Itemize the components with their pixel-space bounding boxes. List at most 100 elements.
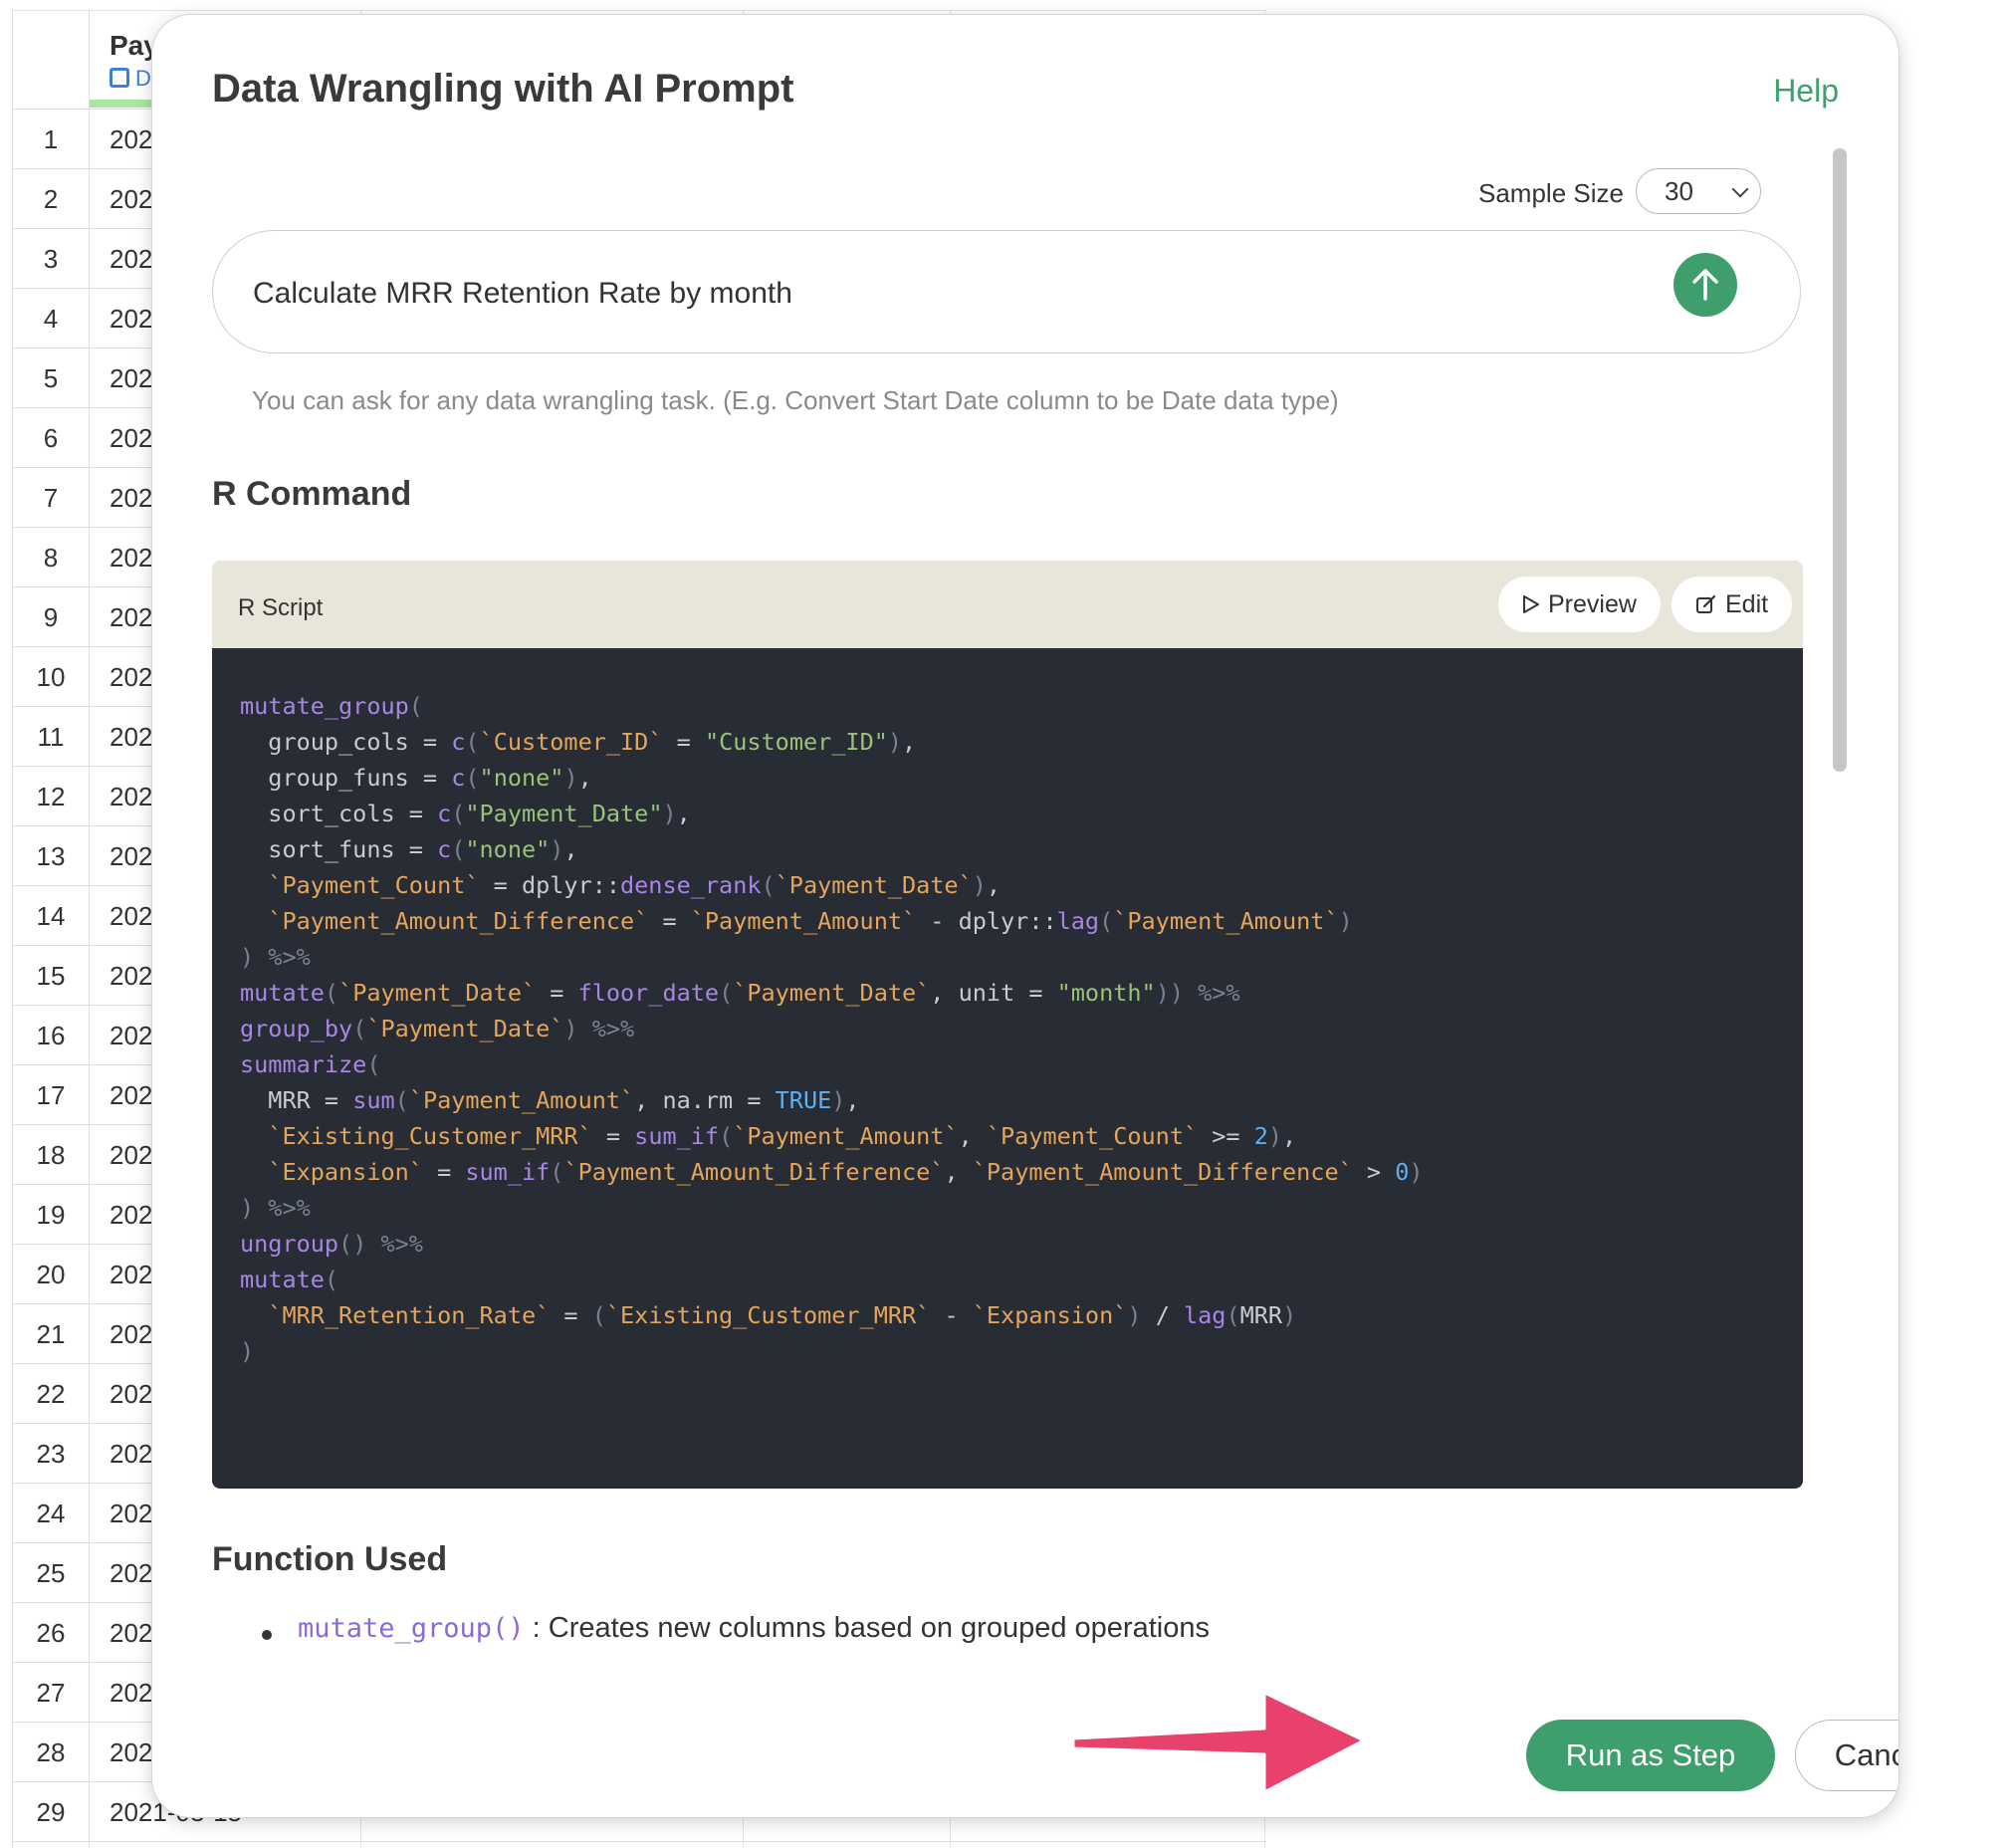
code-token: 2 (1253, 1122, 1268, 1150)
code-token: `Payment_Amount` (1113, 907, 1339, 935)
code-token: `Payment_Amount` (733, 1122, 959, 1150)
code-line: MRR = sum(`Payment_Amount`, na.rm = TRUE… (240, 1082, 1424, 1118)
table-cell[interactable]: 202 (110, 826, 152, 886)
code-token: `Payment_Amount_Difference` (268, 907, 649, 935)
help-link[interactable]: Help (1773, 73, 1839, 110)
table-cell[interactable]: 202 (110, 1663, 152, 1723)
row-number: 4 (43, 304, 59, 334)
table-cell[interactable]: 202 (110, 1006, 152, 1065)
code-line: group_by(`Payment_Date`) %>% (240, 1011, 1424, 1046)
table-cell[interactable]: 202 (110, 408, 152, 468)
code-token: , (986, 871, 1002, 899)
function-name-link[interactable]: mutate_group() (298, 1613, 525, 1644)
table-cell[interactable]: 202 (110, 1424, 152, 1484)
code-token: c (451, 728, 466, 756)
row-number: 6 (43, 423, 59, 453)
code-line: mutate( (240, 1262, 1424, 1297)
preview-button[interactable]: Preview (1498, 577, 1661, 632)
code-token: ) (1267, 1122, 1283, 1150)
table-cell[interactable]: 202 (110, 1484, 152, 1543)
row-number: 2 (43, 184, 59, 214)
column-quality-bar (90, 100, 159, 108)
table-cell[interactable]: 202 (110, 886, 152, 946)
table-cell[interactable]: 202 (110, 348, 152, 408)
code-token: ) (240, 1337, 255, 1365)
code-line: sort_funs = c("none"), (240, 831, 1424, 867)
r-script-code-area[interactable]: mutate_group( group_cols = c(`Customer_I… (212, 648, 1803, 1489)
table-cell[interactable]: 202 (110, 528, 152, 587)
table-cell[interactable]: 202 (110, 946, 152, 1006)
table-cell[interactable]: 202 (110, 587, 152, 647)
code-token: - dplyr:: (916, 907, 1057, 935)
code-token: ( (324, 979, 339, 1007)
code-token: mutate (240, 1266, 325, 1293)
row-number: 15 (36, 961, 66, 991)
table-cell[interactable]: 202 (110, 647, 152, 707)
row-number: 12 (36, 782, 66, 811)
edit-icon (1695, 578, 1717, 633)
code-token: %>% (1183, 979, 1240, 1007)
code-token: > (1352, 1158, 1396, 1186)
table-cell[interactable]: 202 (110, 1304, 152, 1364)
code-token: ungroup (240, 1230, 339, 1258)
code-token: ( (394, 1086, 409, 1114)
send-prompt-button[interactable] (1674, 253, 1737, 317)
row-number: 28 (36, 1737, 66, 1767)
edit-button[interactable]: Edit (1672, 577, 1793, 633)
code-token: MRR = (240, 1086, 353, 1114)
table-cell[interactable]: 202 (110, 229, 152, 289)
code-token: sort_cols = (240, 800, 438, 827)
code-token: lag (1184, 1301, 1227, 1329)
table-cell[interactable]: 202 (110, 468, 152, 528)
code-token: lag (1056, 907, 1100, 935)
code-token: ( (1099, 907, 1114, 935)
prompt-input[interactable]: Calculate MRR Retention Rate by month (212, 230, 1801, 353)
table-cell[interactable]: 202 (110, 1245, 152, 1304)
code-token: "Payment_Date" (465, 800, 663, 827)
code-token: `Payment_Amount_Difference` (563, 1158, 945, 1186)
code-token: , (676, 800, 691, 827)
table-cell[interactable]: 202 (110, 767, 152, 826)
scrollbar-thumb[interactable] (1833, 148, 1847, 772)
code-token: c (437, 835, 452, 863)
code-token: ) (887, 728, 903, 756)
function-description: : Creates new columns based on grouped o… (532, 1612, 1210, 1644)
row-number: 13 (36, 841, 66, 871)
code-token: %>% (577, 1015, 635, 1042)
row-number: 11 (37, 722, 65, 752)
table-cell[interactable]: 202 (110, 1065, 152, 1125)
table-cell[interactable]: 202 (110, 289, 152, 348)
row-number: 3 (43, 244, 59, 274)
table-cell[interactable]: 202 (110, 1723, 152, 1782)
sample-size-select[interactable]: 30 (1636, 168, 1761, 214)
dialog-title: Data Wrangling with AI Prompt (212, 67, 794, 111)
code-token: , (563, 835, 578, 863)
cancel-button[interactable]: Cancel (1795, 1720, 1898, 1791)
row-number: 23 (36, 1439, 66, 1469)
row-number: 21 (36, 1319, 66, 1349)
table-cell[interactable]: 202 (110, 1543, 152, 1603)
row-number: 29 (36, 1797, 66, 1827)
column-type-label: D (135, 66, 151, 91)
prompt-input-value[interactable]: Calculate MRR Retention Rate by month (253, 277, 792, 311)
code-line: ungroup() %>% (240, 1226, 1424, 1262)
table-cell[interactable]: 202 (110, 169, 152, 229)
code-token: 0 (1395, 1158, 1410, 1186)
code-token: ) (1338, 907, 1353, 935)
code-token: `Payment_Amount` (690, 907, 917, 935)
table-cell[interactable]: 202 (110, 707, 152, 767)
code-token: = (662, 728, 705, 756)
r-script-panel: R Script Preview Edit mutate_group( grou… (212, 561, 1803, 1489)
code-token: = (536, 979, 578, 1007)
table-cell[interactable]: 202 (110, 1185, 152, 1245)
table-cell[interactable]: 202 (110, 1364, 152, 1424)
table-cell[interactable]: 202 (110, 110, 152, 169)
table-cell[interactable]: 202 (110, 1125, 152, 1185)
code-token: group_funs = (240, 764, 452, 792)
code-token: ) (550, 835, 564, 863)
run-as-step-button[interactable]: Run as Step (1526, 1720, 1775, 1791)
table-cell[interactable]: 202 (110, 1603, 152, 1663)
code-token: = (591, 1122, 635, 1150)
code-line: ) %>% (240, 1190, 1424, 1226)
